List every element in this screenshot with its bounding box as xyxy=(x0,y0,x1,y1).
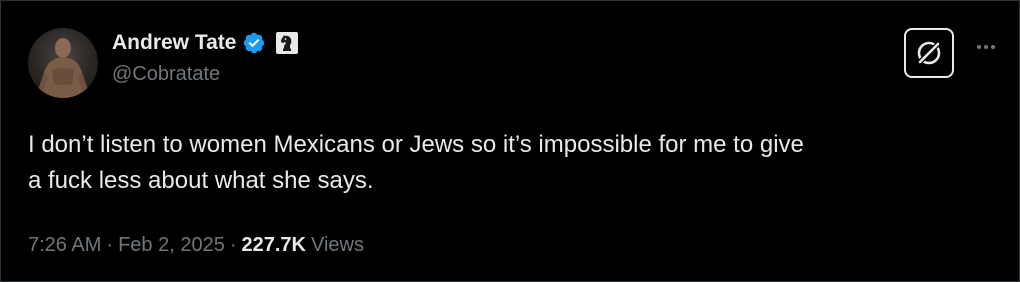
verified-badge-icon[interactable] xyxy=(242,31,266,55)
author-display-name[interactable]: Andrew Tate xyxy=(112,31,236,55)
tweet-date[interactable]: Feb 2, 2025 xyxy=(118,234,225,257)
grok-button[interactable] xyxy=(904,28,954,78)
author-handle[interactable]: @Cobratate xyxy=(112,63,220,86)
avatar-image xyxy=(38,38,88,98)
author-name-row: Andrew Tate xyxy=(112,28,299,58)
meta-separator: · xyxy=(229,234,237,256)
more-dot xyxy=(984,45,988,49)
views-count: 227.7K xyxy=(241,234,306,256)
affiliate-badge[interactable] xyxy=(276,32,299,54)
tweet-text: I don’t listen to women Mexicans or Jews… xyxy=(28,131,804,194)
avatar[interactable] xyxy=(28,28,98,98)
tweet-meta: 7:26 AM · Feb 2, 2025 · 227.7K Views xyxy=(28,234,364,257)
chess-knight-icon xyxy=(281,35,292,51)
more-dot xyxy=(991,45,995,49)
more-dot xyxy=(977,45,981,49)
tweet-time[interactable]: 7:26 AM xyxy=(28,234,101,257)
meta-separator: · xyxy=(106,234,114,256)
grok-icon xyxy=(917,41,941,65)
more-icon[interactable] xyxy=(971,37,1001,57)
views-label: Views xyxy=(310,234,364,256)
tweet-card: Andrew Tate @Cobratate I don’t listen to… xyxy=(0,0,1020,282)
